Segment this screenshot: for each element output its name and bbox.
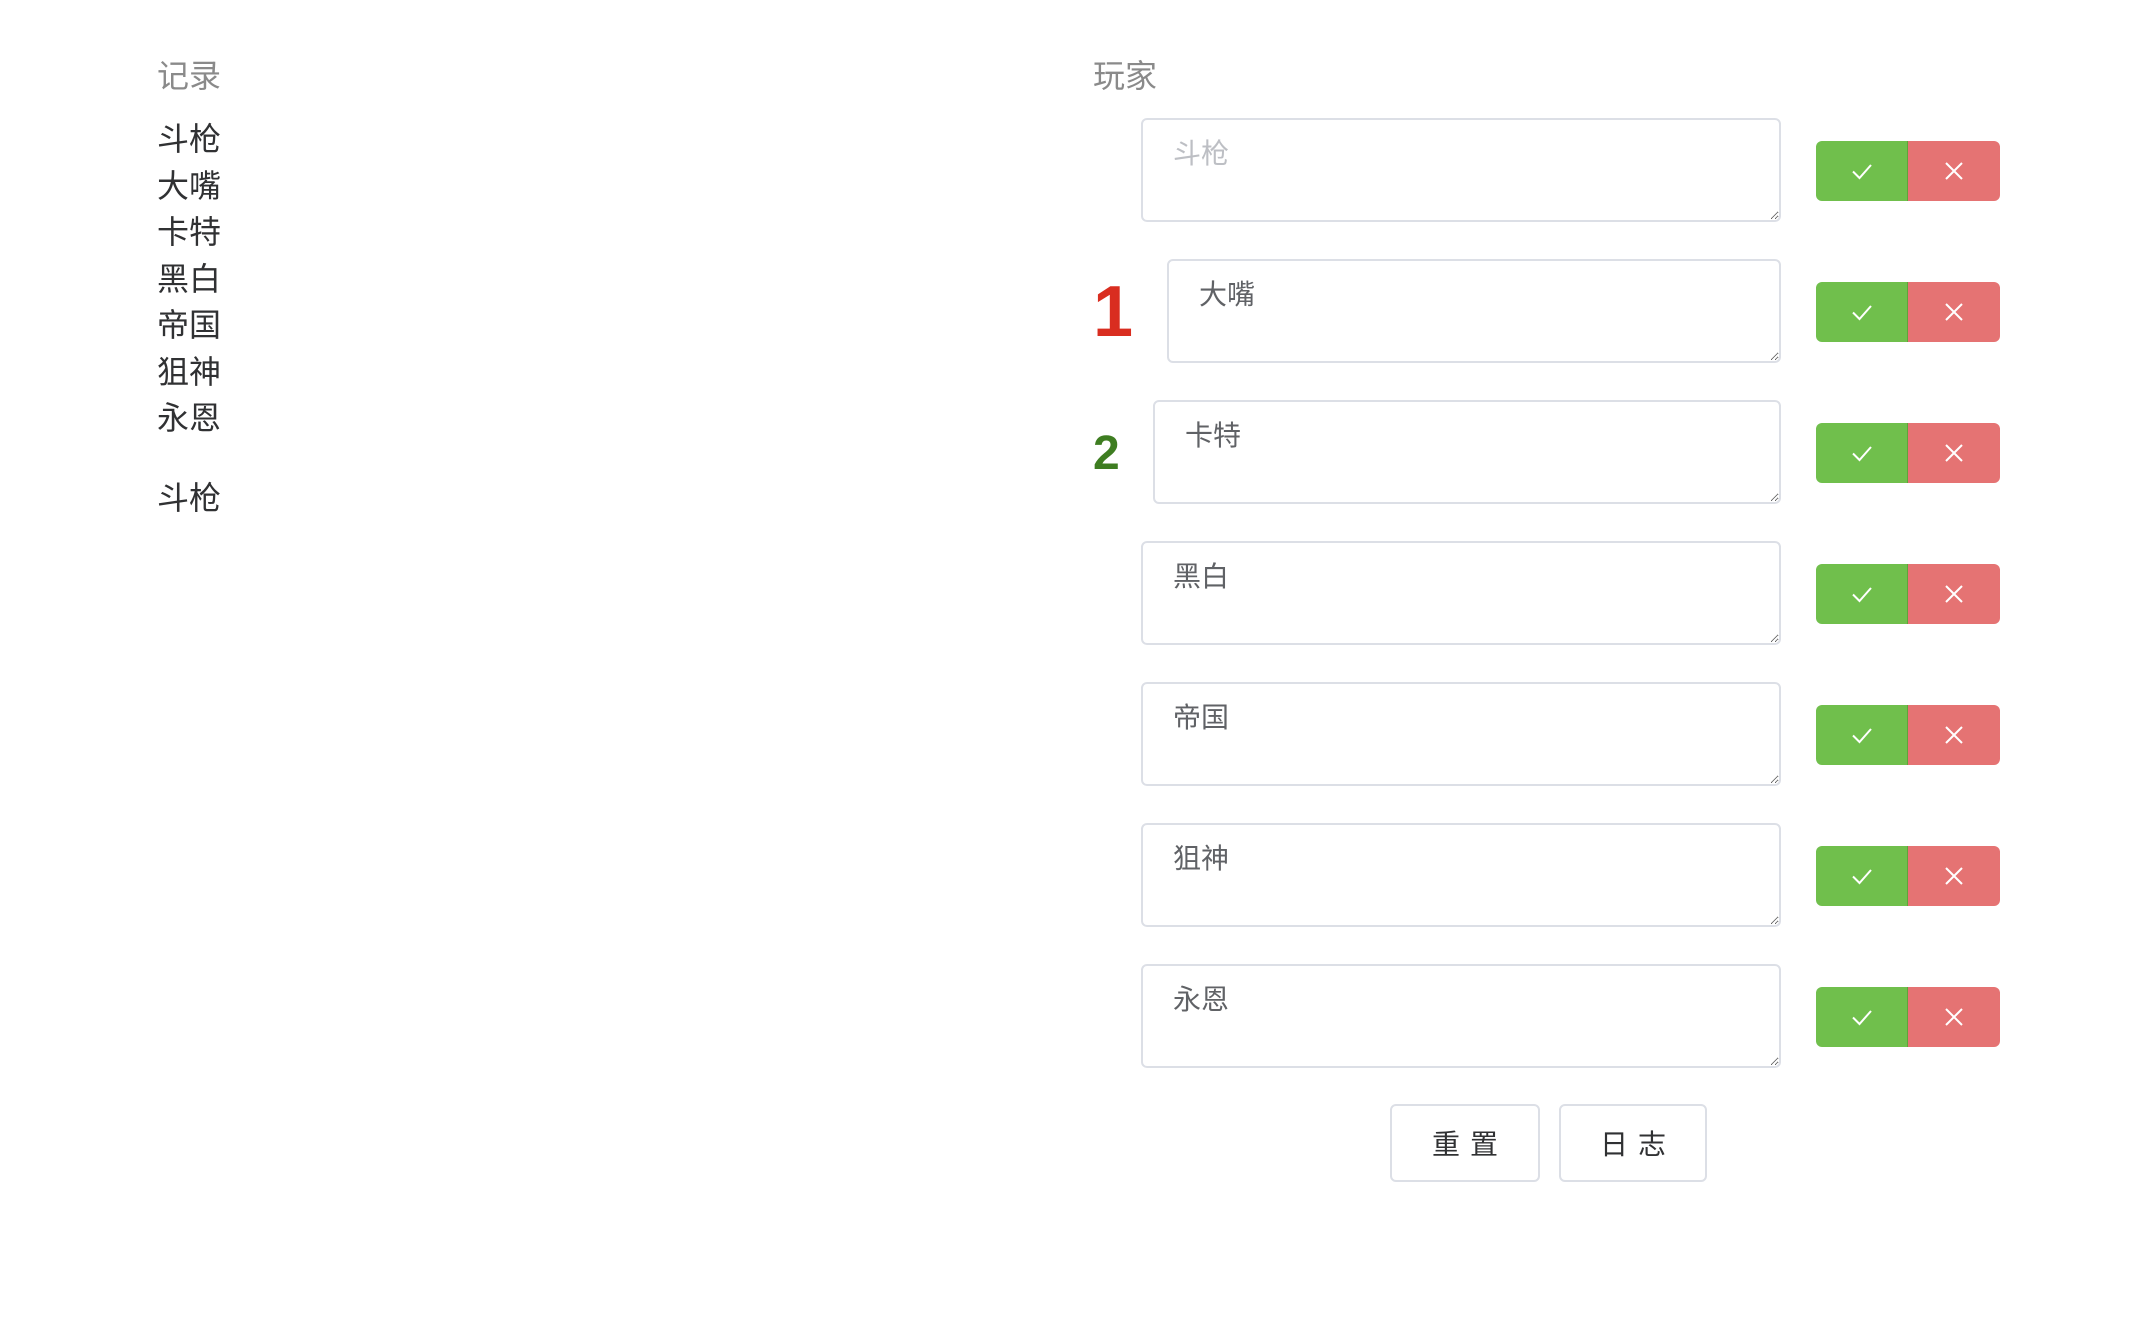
reject-button[interactable] — [1908, 564, 2000, 624]
players-title: 玩家 — [1093, 57, 1158, 95]
player-row — [1093, 541, 2013, 651]
player-action-group — [1816, 282, 2000, 342]
close-icon — [1945, 726, 1963, 744]
record-item: 卡特 — [157, 213, 222, 251]
reject-button[interactable] — [1908, 141, 2000, 201]
log-button[interactable]: 日志 — [1559, 1104, 1707, 1182]
confirm-button[interactable] — [1816, 987, 1908, 1047]
check-icon — [1851, 869, 1872, 885]
player-input[interactable] — [1141, 823, 1781, 927]
player-action-group — [1816, 987, 2000, 1047]
check-icon — [1851, 446, 1872, 462]
check-icon — [1851, 587, 1872, 603]
record-item: 大嘴 — [157, 166, 222, 205]
player-input[interactable] — [1167, 259, 1781, 363]
reset-button[interactable]: 重置 — [1390, 1104, 1540, 1182]
close-icon — [1945, 585, 1963, 603]
check-icon — [1851, 164, 1872, 180]
rank-badge: 1 — [1093, 272, 1134, 352]
confirm-button[interactable] — [1816, 705, 1908, 765]
close-icon — [1945, 162, 1963, 180]
check-icon — [1851, 728, 1872, 744]
player-action-group — [1816, 564, 2000, 624]
close-icon — [1945, 303, 1963, 321]
record-item: 斗枪 — [157, 120, 222, 158]
confirm-button[interactable] — [1816, 282, 1908, 342]
close-icon — [1945, 867, 1963, 885]
confirm-button[interactable] — [1816, 846, 1908, 906]
player-action-group — [1816, 846, 2000, 906]
player-input[interactable] — [1153, 400, 1781, 504]
reject-button[interactable] — [1908, 423, 2000, 483]
player-input[interactable] — [1141, 682, 1781, 786]
record-item: 狙神 — [157, 352, 222, 391]
player-row: 1 — [1093, 259, 2013, 369]
records-list: 斗枪 大嘴 卡特 黑白 帝国 狙神 永恩 — [157, 116, 221, 442]
player-row — [1093, 964, 2013, 1074]
reject-button[interactable] — [1908, 705, 2000, 765]
confirm-button[interactable] — [1816, 141, 1908, 201]
player-action-group — [1816, 423, 2000, 483]
check-icon — [1851, 305, 1872, 321]
record-item: 永恩 — [157, 399, 222, 437]
player-row — [1093, 823, 2013, 933]
player-row — [1093, 118, 2013, 228]
close-icon — [1945, 1008, 1963, 1026]
records-title: 记录 — [157, 57, 222, 95]
player-row — [1093, 682, 2013, 792]
player-row: 2 — [1093, 400, 2013, 510]
rank-badge: 2 — [1093, 427, 1120, 480]
current-record: 斗枪 — [157, 479, 222, 517]
close-icon — [1945, 444, 1963, 462]
record-item: 黑白 — [157, 259, 222, 298]
reject-button[interactable] — [1908, 846, 2000, 906]
player-action-group — [1816, 141, 2000, 201]
player-action-group — [1816, 705, 2000, 765]
check-icon — [1851, 1010, 1872, 1026]
reject-button[interactable] — [1908, 282, 2000, 342]
confirm-button[interactable] — [1816, 423, 1908, 483]
confirm-button[interactable] — [1816, 564, 1908, 624]
reject-button[interactable] — [1908, 987, 2000, 1047]
player-input[interactable] — [1141, 541, 1781, 645]
record-item: 帝国 — [157, 306, 222, 344]
player-input[interactable] — [1141, 964, 1781, 1068]
player-input[interactable] — [1141, 118, 1781, 222]
